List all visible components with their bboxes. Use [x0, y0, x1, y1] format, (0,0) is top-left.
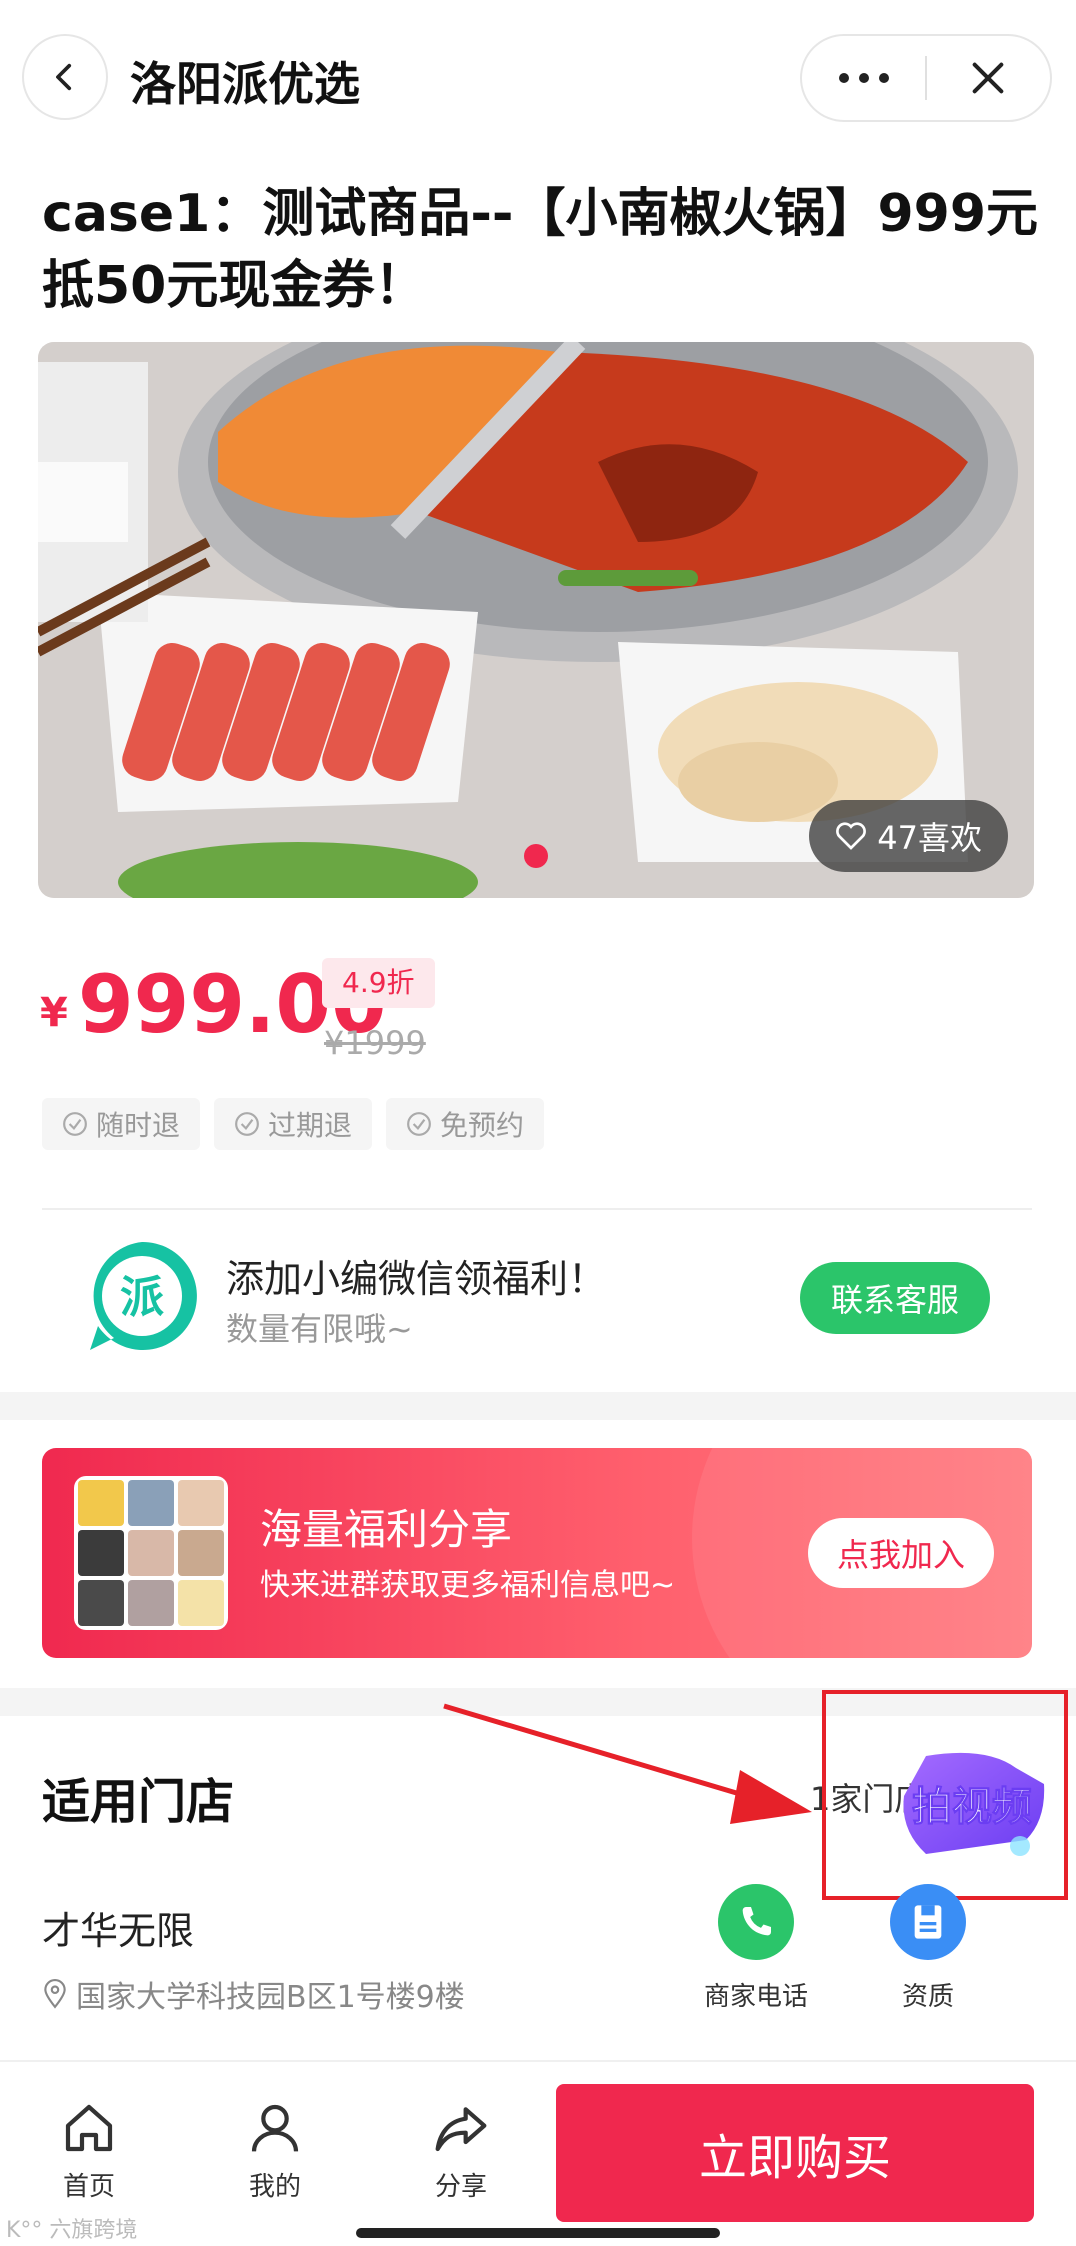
carousel-indicator	[524, 844, 548, 868]
nav-mine[interactable]: 我的	[220, 2100, 330, 2203]
heart-icon	[836, 822, 867, 850]
wechat-promo-subtitle: 数量有限哦~	[226, 1310, 413, 1348]
like-count: 47喜欢	[877, 819, 982, 857]
avatar	[128, 1480, 174, 1526]
qualification-label: 资质	[901, 1982, 954, 2012]
tag-label: 过期退	[268, 1109, 353, 1142]
store-address: 国家大学科技园B区1号楼9楼	[42, 1972, 465, 2016]
nav-mine-label: 我的	[248, 2172, 301, 2202]
avatar	[178, 1480, 224, 1526]
stores-section-title: 适用门店	[42, 1774, 235, 1830]
banner-title: 海量福利分享	[260, 1505, 513, 1554]
home-icon	[65, 2104, 113, 2152]
banner-subtitle: 快来进群获取更多福利信息吧~	[260, 1568, 676, 1603]
wechat-promo-title: 添加小编微信领福利！	[226, 1257, 607, 1301]
merchant-phone-label: 商家电话	[703, 1982, 808, 2012]
certificate-icon	[890, 1884, 966, 1960]
nav-home[interactable]: 首页	[34, 2100, 144, 2203]
avatar	[178, 1580, 224, 1626]
buy-now-button[interactable]: 立即购买	[556, 2084, 1034, 2222]
home-indicator	[356, 2228, 720, 2238]
product-title: case1：测试商品--【小南椒火锅】999元抵50元现金券！	[42, 184, 1039, 316]
close-icon	[973, 62, 1004, 94]
phone-icon	[718, 1884, 794, 1960]
mini-program-capsule	[800, 34, 1052, 122]
section-gap	[0, 1392, 1076, 1420]
store-address-text: 国家大学科技园B区1号楼9楼	[76, 1980, 465, 2015]
tag-no-reservation: 免预约	[386, 1098, 545, 1150]
divider	[42, 1208, 1032, 1210]
tag-label: 随时退	[96, 1109, 181, 1142]
more-dots-icon	[838, 73, 889, 83]
page-title: 洛阳派优选	[130, 57, 360, 111]
share-icon	[435, 2107, 487, 2152]
service-tags: 随时退 过期退 免预约	[42, 1098, 545, 1150]
avatar	[78, 1480, 124, 1526]
merchant-phone-button[interactable]: 商家电话	[676, 1884, 836, 2013]
discount-badge: 4.9折	[322, 958, 435, 1008]
avatar	[128, 1580, 174, 1626]
contact-service-button[interactable]: 联系客服	[800, 1262, 990, 1334]
pai-logo-text: 派	[120, 1272, 164, 1323]
like-counter[interactable]: 47喜欢	[809, 800, 1008, 872]
group-avatar-grid	[74, 1476, 228, 1630]
avatar	[128, 1530, 174, 1576]
qualification-button[interactable]: 资质	[848, 1884, 1008, 2013]
check-circle-icon	[63, 1112, 87, 1136]
nav-share[interactable]: 分享	[406, 2100, 516, 2203]
location-pin-icon	[44, 1979, 66, 2009]
close-button[interactable]	[927, 36, 1050, 120]
more-button[interactable]	[802, 36, 925, 120]
tag-label: 免预约	[440, 1109, 525, 1142]
annotation-highlight-box	[822, 1690, 1068, 1900]
pai-logo-icon: 派	[90, 1241, 197, 1350]
check-circle-icon	[235, 1112, 259, 1136]
product-image-carousel[interactable]: 47喜欢	[38, 342, 1034, 898]
chevron-left-icon	[56, 63, 72, 91]
avatar	[178, 1530, 224, 1576]
check-circle-icon	[407, 1112, 431, 1136]
store-name: 才华无限	[42, 1909, 195, 1953]
avatar	[78, 1580, 124, 1626]
tag-refund-anytime: 随时退	[42, 1098, 201, 1150]
currency-symbol: ¥	[40, 990, 68, 1036]
user-icon	[251, 2104, 299, 2152]
join-group-button[interactable]: 点我加入	[808, 1518, 994, 1588]
avatar	[78, 1530, 124, 1576]
annotation-arrow-icon	[443, 1703, 812, 1824]
nav-home-label: 首页	[62, 2172, 115, 2202]
watermark: K°° 六旗跨境	[6, 2218, 138, 2243]
back-button[interactable]	[22, 34, 108, 120]
original-price: ¥1999	[324, 1024, 426, 1062]
nav-share-label: 分享	[434, 2172, 487, 2202]
group-join-banner[interactable]: 海量福利分享 快来进群获取更多福利信息吧~ 点我加入	[42, 1448, 1032, 1658]
tag-refund-expired: 过期退	[214, 1098, 373, 1150]
